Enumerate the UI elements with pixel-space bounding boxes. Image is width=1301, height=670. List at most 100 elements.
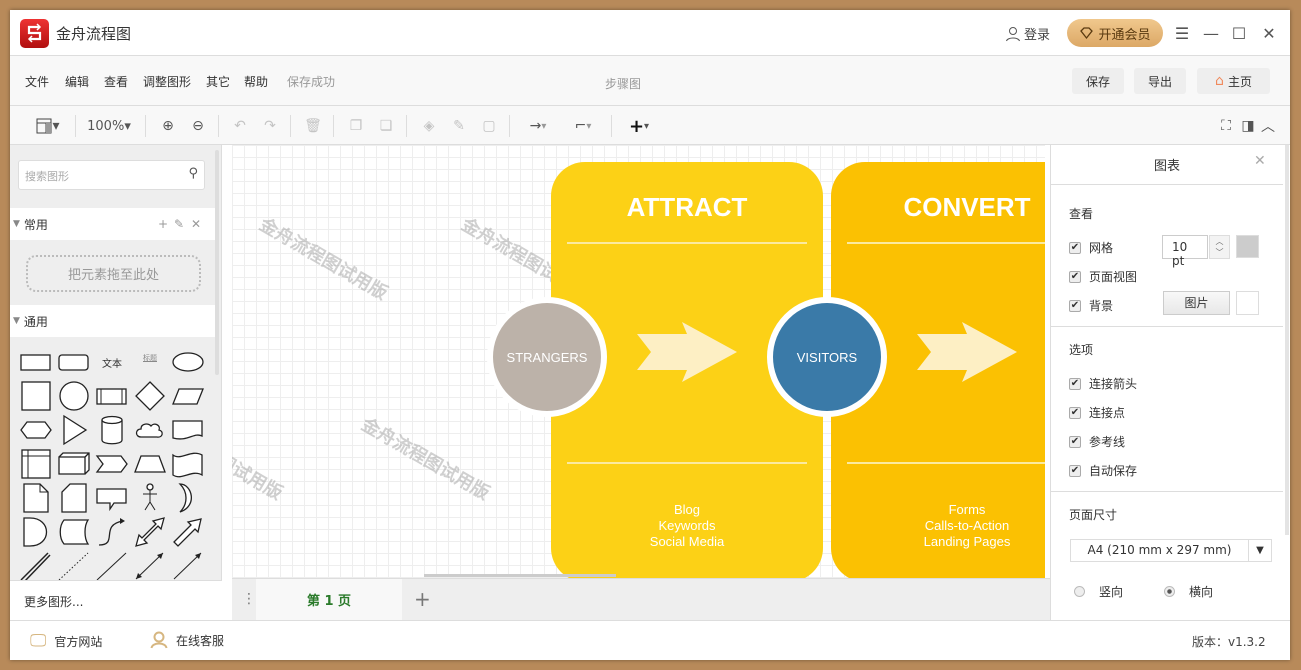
- grid-size-stepper[interactable]: ︿ ﹀: [1209, 235, 1230, 259]
- shape-ellipse[interactable]: [170, 345, 206, 379]
- shadow-icon[interactable]: ▢: [479, 116, 499, 136]
- shape-hexagon[interactable]: [18, 413, 54, 447]
- shape-note[interactable]: [18, 481, 54, 515]
- login-button[interactable]: 登录: [1005, 24, 1050, 43]
- grid-color-swatch[interactable]: [1236, 235, 1259, 258]
- format-panel-icon[interactable]: ▾: [30, 116, 66, 136]
- maximize-icon[interactable]: ☐: [1228, 22, 1250, 44]
- menu-icon[interactable]: ☰: [1171, 22, 1193, 44]
- shape-double-line[interactable]: [18, 549, 54, 583]
- insert-icon[interactable]: + ▾: [622, 116, 656, 137]
- home-button[interactable]: ⌂ 主页: [1197, 68, 1270, 94]
- checkbox-icon[interactable]: ✔: [1069, 464, 1081, 477]
- undo-icon[interactable]: ↶: [230, 116, 250, 136]
- shape-text[interactable]: 文本: [94, 345, 130, 379]
- shape-rectangle[interactable]: [18, 345, 54, 379]
- connect-arrows-checkbox[interactable]: ✔ 连接箭头: [1069, 375, 1137, 392]
- shape-cube[interactable]: [56, 447, 92, 481]
- more-shapes-button[interactable]: 更多图形...: [10, 580, 222, 620]
- connect-points-checkbox[interactable]: ✔ 连接点: [1069, 404, 1125, 421]
- image-button[interactable]: 图片: [1163, 291, 1230, 315]
- vip-button[interactable]: 开通会员: [1067, 19, 1163, 47]
- delete-icon[interactable]: 🗑: [303, 116, 323, 136]
- shape-bidirectional-connector[interactable]: [132, 549, 168, 583]
- checkbox-icon[interactable]: ✔: [1069, 377, 1081, 390]
- page-view-checkbox[interactable]: ✔ 页面视图: [1069, 268, 1137, 285]
- official-website-link[interactable]: 🖵 官方网站: [30, 631, 102, 651]
- save-button[interactable]: 保存: [1072, 68, 1124, 94]
- add-page-icon[interactable]: +: [414, 587, 431, 611]
- grid-size-input[interactable]: 10 pt: [1162, 235, 1208, 268]
- shape-data-storage[interactable]: [56, 515, 92, 549]
- grid-checkbox[interactable]: ✔ 网格: [1069, 239, 1113, 256]
- chevron-down-icon[interactable]: ▼: [1248, 540, 1271, 561]
- shape-tape[interactable]: [170, 447, 206, 481]
- collapse-icon[interactable]: ︿: [1259, 116, 1277, 136]
- shape-heading[interactable]: 标题: [132, 345, 168, 379]
- shape-bidirectional-arrow[interactable]: [132, 515, 168, 549]
- diagram-canvas[interactable]: 金舟流程图试用版 金舟流程图试用版 金舟流程图试用版 金舟流程图试用版 ATTR…: [232, 145, 1045, 578]
- redo-icon[interactable]: ↷: [260, 116, 280, 136]
- guides-checkbox[interactable]: ✔ 参考线: [1069, 433, 1125, 450]
- to-front-icon[interactable]: ❐: [346, 116, 366, 136]
- close-icon[interactable]: ✕: [191, 217, 201, 231]
- landscape-radio[interactable]: 横向: [1164, 583, 1213, 600]
- autosave-checkbox[interactable]: ✔ 自动保存: [1069, 462, 1137, 479]
- shape-diamond[interactable]: [132, 379, 168, 413]
- toggle-panel-icon[interactable]: ◨: [1239, 116, 1257, 136]
- checkbox-icon[interactable]: ✔: [1069, 299, 1081, 312]
- page-menu-icon[interactable]: ⋮: [242, 591, 256, 607]
- page-tab-1[interactable]: 第 1 页: [256, 579, 402, 620]
- checkbox-icon[interactable]: ✔: [1069, 270, 1081, 283]
- checkbox-icon[interactable]: ✔: [1069, 406, 1081, 419]
- shape-actor[interactable]: [132, 481, 168, 515]
- background-color-swatch[interactable]: [1236, 291, 1259, 315]
- menu-view[interactable]: 查看: [104, 73, 128, 90]
- fill-color-icon[interactable]: ◈: [419, 116, 439, 136]
- strangers-circle[interactable]: STRANGERS: [487, 297, 607, 417]
- horizontal-scrollbar[interactable]: [424, 574, 616, 577]
- sidebar-scrollbar[interactable]: [215, 150, 219, 375]
- checkbox-icon[interactable]: ✔: [1069, 435, 1081, 448]
- shape-search-input[interactable]: 搜索图形 ⚲: [18, 160, 205, 190]
- panel-scrollbar[interactable]: [1285, 145, 1289, 535]
- shape-parallelogram[interactable]: [170, 379, 206, 413]
- section-common[interactable]: ▼ 常用 + ✎ ✕: [10, 208, 215, 240]
- shape-delay[interactable]: [18, 515, 54, 549]
- shape-cylinder[interactable]: [94, 413, 130, 447]
- visitors-circle[interactable]: VISITORS: [767, 297, 887, 417]
- drop-zone[interactable]: 把元素拖至此处: [26, 255, 201, 292]
- page-size-select[interactable]: A4 (210 mm x 297 mm) ▼: [1070, 539, 1272, 562]
- shape-cloud[interactable]: [132, 413, 168, 447]
- shape-document[interactable]: [170, 413, 206, 447]
- radio-icon[interactable]: [1074, 586, 1085, 597]
- shape-card[interactable]: [56, 481, 92, 515]
- edit-icon[interactable]: ✎: [174, 217, 184, 231]
- search-icon[interactable]: ⚲: [188, 166, 198, 181]
- portrait-radio[interactable]: 竖向: [1074, 583, 1123, 600]
- shape-internal-storage[interactable]: [18, 447, 54, 481]
- shape-triangle[interactable]: [56, 413, 92, 447]
- export-button[interactable]: 导出: [1134, 68, 1186, 94]
- to-back-icon[interactable]: ❏: [376, 116, 396, 136]
- shape-callout[interactable]: [94, 481, 130, 515]
- checkbox-icon[interactable]: ✔: [1069, 241, 1081, 254]
- shape-or[interactable]: [170, 481, 206, 515]
- connection-icon[interactable]: → ▾: [521, 116, 555, 136]
- shape-step[interactable]: [94, 447, 130, 481]
- shape-rounded-rectangle[interactable]: [56, 345, 92, 379]
- shape-directional-connector[interactable]: [170, 549, 206, 583]
- shape-circle[interactable]: [56, 379, 92, 413]
- add-icon[interactable]: +: [158, 217, 168, 231]
- online-support-link[interactable]: 在线客服: [150, 631, 224, 649]
- shape-trapezoid[interactable]: [132, 447, 168, 481]
- background-checkbox[interactable]: ✔ 背景: [1069, 297, 1113, 314]
- zoom-in-icon[interactable]: ⊕: [158, 116, 178, 136]
- shape-curved-arrow[interactable]: [94, 515, 130, 549]
- menu-other[interactable]: 其它: [206, 73, 230, 90]
- fullscreen-icon[interactable]: ⛶: [1217, 116, 1235, 136]
- waypoints-icon[interactable]: ⌐ ▾: [566, 116, 600, 136]
- shape-dotted-line[interactable]: [56, 549, 92, 583]
- radio-selected-icon[interactable]: [1164, 586, 1175, 597]
- shape-arrow[interactable]: [170, 515, 206, 549]
